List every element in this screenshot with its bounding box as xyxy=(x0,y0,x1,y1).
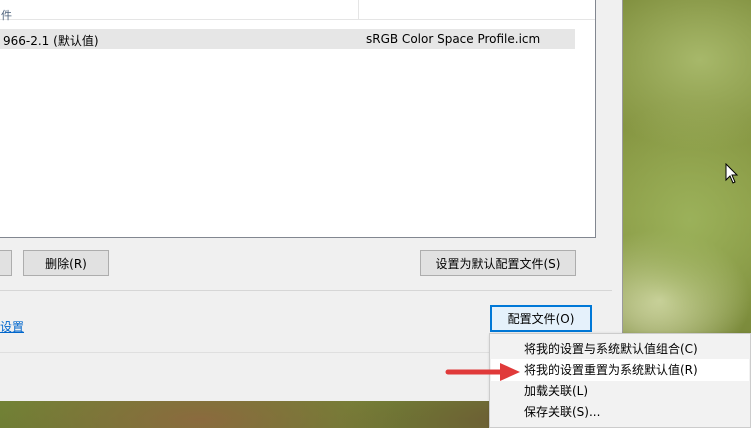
profile-name: 966-2.1 (默认值) xyxy=(3,34,99,48)
delete-button[interactable]: 删除(R) xyxy=(23,250,109,276)
profile-context-menu: 将我的设置与系统默认值组合(C) 将我的设置重置为系统默认值(R) 加载关联(L… xyxy=(489,333,751,428)
settings-link[interactable]: 设置 xyxy=(0,318,24,335)
list-column-header: 件 xyxy=(0,0,595,22)
menu-item-combine-defaults[interactable]: 将我的设置与系统默认值组合(C) xyxy=(491,338,749,360)
profile-button[interactable]: 配置文件(O) xyxy=(490,305,592,332)
column-header-label: 件 xyxy=(1,9,12,22)
menu-item-reset-defaults[interactable]: 将我的设置重置为系统默认值(R) xyxy=(491,359,749,381)
set-default-profile-button[interactable]: 设置为默认配置文件(S) xyxy=(420,250,576,276)
mouse-cursor-icon xyxy=(725,163,739,184)
profile-list[interactable]: 件 966-2.1 (默认值) sRGB Color Space Profile… xyxy=(0,0,596,238)
add-button-partial[interactable] xyxy=(0,250,12,276)
menu-item-save-associations[interactable]: 保存关联(S)... xyxy=(491,401,749,423)
divider xyxy=(0,290,612,291)
menu-item-load-associations[interactable]: 加载关联(L) xyxy=(491,380,749,402)
profile-file: sRGB Color Space Profile.icm xyxy=(366,32,541,46)
column-divider xyxy=(358,0,359,19)
list-item[interactable]: 966-2.1 (默认值) sRGB Color Space Profile.i… xyxy=(0,29,575,49)
red-arrow-icon xyxy=(445,363,520,381)
